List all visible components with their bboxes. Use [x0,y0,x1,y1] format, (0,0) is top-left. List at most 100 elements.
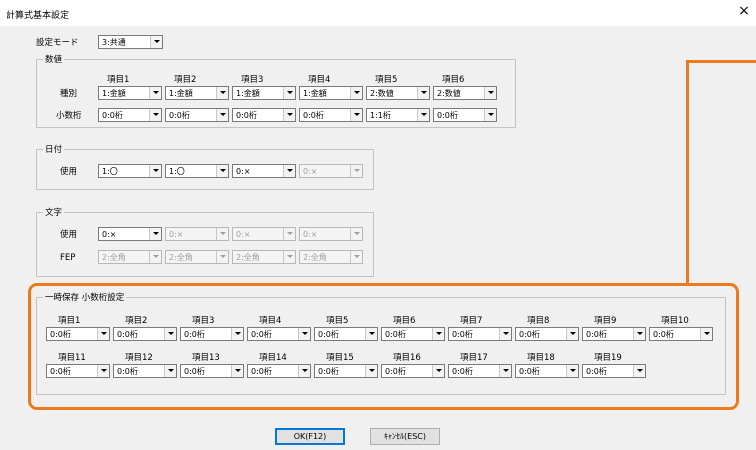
temp-decimal-select-4-value: 0:0桁 [251,330,272,339]
chevron-down-icon[interactable] [484,87,496,99]
numeric-type-select-3[interactable]: 1:金額 [232,86,296,100]
close-icon[interactable]: × [736,4,752,20]
temp-decimal-select-8[interactable]: 0:0桁 [515,327,579,341]
temp-decimal-select-2-value: 0:0桁 [117,330,138,339]
date-use-label: 使用 [60,167,78,177]
chevron-down-icon[interactable] [216,87,228,99]
chevron-down-icon[interactable] [365,365,377,377]
text-fep-select-1-value: 2:全角 [102,253,126,262]
chevron-down-icon[interactable] [633,328,645,340]
text-fep-select-3: 2:全角 [232,250,296,264]
chevron-down-icon[interactable] [150,36,162,48]
temp-header-10: 項目10 [661,316,689,326]
numeric-decimal-select-1[interactable]: 0:0桁 [98,108,162,122]
ok-button[interactable]: OK(F12) [275,428,345,445]
temp-decimal-select-13[interactable]: 0:0桁 [180,364,244,378]
temp-decimal-select-3[interactable]: 0:0桁 [180,327,244,341]
numeric-type-select-6[interactable]: 2:数値 [433,86,497,100]
temp-decimal-select-18[interactable]: 0:0桁 [515,364,579,378]
date-use-select-3[interactable]: 0:× [232,164,296,178]
chevron-down-icon[interactable] [350,109,362,121]
temp-header-7: 項目7 [460,316,483,326]
numeric-decimal-select-5[interactable]: 1:1桁 [366,108,430,122]
temp-decimal-select-5-value: 0:0桁 [318,330,339,339]
chevron-down-icon[interactable] [231,365,243,377]
chevron-down-icon[interactable] [484,109,496,121]
temp-decimal-select-10-value: 0:0桁 [653,330,674,339]
numeric-decimal-select-2[interactable]: 0:0桁 [165,108,229,122]
text-use-select-2: 0:× [165,227,229,241]
chevron-down-icon[interactable] [149,109,161,121]
chevron-down-icon[interactable] [283,109,295,121]
chevron-down-icon[interactable] [216,165,228,177]
chevron-down-icon[interactable] [216,109,228,121]
date-use-select-1[interactable]: 1:〇 [98,164,162,178]
numeric-type-select-2[interactable]: 1:金額 [165,86,229,100]
chevron-down-icon[interactable] [164,328,176,340]
chevron-down-icon[interactable] [417,109,429,121]
text-use-select-3-value: 0:× [236,230,251,239]
numeric-type-select-5[interactable]: 2:数値 [366,86,430,100]
mode-value: 3:共通 [102,38,126,47]
text-use-select-1[interactable]: 0:× [98,227,162,241]
date-use-select-2[interactable]: 1:〇 [165,164,229,178]
cancel-button[interactable]: ｷｬﾝｾﾙ(ESC) [370,428,440,445]
chevron-down-icon[interactable] [499,365,511,377]
chevron-down-icon[interactable] [164,365,176,377]
temp-decimal-select-2[interactable]: 0:0桁 [113,327,177,341]
numeric-decimal-select-6[interactable]: 0:0桁 [433,108,497,122]
temp-decimal-select-10[interactable]: 0:0桁 [649,327,713,341]
chevron-down-icon[interactable] [700,328,712,340]
chevron-down-icon[interactable] [417,87,429,99]
numeric-type-select-1[interactable]: 1:金額 [98,86,162,100]
temp-decimal-select-7[interactable]: 0:0桁 [448,327,512,341]
mode-select[interactable]: 3:共通 [98,35,163,49]
chevron-down-icon[interactable] [231,328,243,340]
chevron-down-icon[interactable] [149,165,161,177]
temp-decimal-select-17[interactable]: 0:0桁 [448,364,512,378]
text-fep-select-2: 2:全角 [165,250,229,264]
temp-decimal-select-7-value: 0:0桁 [452,330,473,339]
chevron-down-icon[interactable] [97,365,109,377]
chevron-down-icon[interactable] [365,328,377,340]
temp-decimal-select-16[interactable]: 0:0桁 [381,364,445,378]
chevron-down-icon[interactable] [149,228,161,240]
temp-decimal-select-5[interactable]: 0:0桁 [314,327,378,341]
chevron-down-icon[interactable] [149,87,161,99]
numeric-decimal-select-4[interactable]: 0:0桁 [299,108,363,122]
chevron-down-icon[interactable] [566,365,578,377]
temp-decimal-select-12[interactable]: 0:0桁 [113,364,177,378]
temp-decimal-select-8-value: 0:0桁 [519,330,540,339]
chevron-down-icon[interactable] [499,328,511,340]
temp-decimal-select-6-value: 0:0桁 [385,330,406,339]
chevron-down-icon[interactable] [432,365,444,377]
chevron-down-icon[interactable] [432,328,444,340]
numeric-decimal-select-3[interactable]: 0:0桁 [232,108,296,122]
chevron-down-icon[interactable] [566,328,578,340]
chevron-down-icon[interactable] [283,87,295,99]
numeric-decimal-select-5-value: 1:1桁 [370,111,391,120]
temp-decimal-select-15[interactable]: 0:0桁 [314,364,378,378]
temp-decimal-select-1[interactable]: 0:0桁 [46,327,110,341]
temp-decimal-select-6[interactable]: 0:0桁 [381,327,445,341]
chevron-down-icon[interactable] [298,365,310,377]
numeric-group-title: 数値 [43,53,65,65]
chevron-down-icon[interactable] [633,365,645,377]
chevron-down-icon[interactable] [298,328,310,340]
temp-decimal-select-4[interactable]: 0:0桁 [247,327,311,341]
temp-decimal-select-11[interactable]: 0:0桁 [46,364,110,378]
temp-decimal-select-14[interactable]: 0:0桁 [247,364,311,378]
temp-header-18: 項目18 [527,353,555,363]
temp-decimal-select-1-value: 0:0桁 [50,330,71,339]
chevron-down-icon[interactable] [350,87,362,99]
numeric-type-select-4[interactable]: 1:金額 [299,86,363,100]
temp-decimal-select-9[interactable]: 0:0桁 [582,327,646,341]
temp-header-17: 項目17 [460,353,488,363]
window-title: 計算式基本設定 [6,11,70,21]
numeric-header-5: 項目5 [375,75,398,85]
chevron-down-icon[interactable] [97,328,109,340]
highlight-box [28,283,739,410]
date-use-select-4: 0:× [299,164,363,178]
chevron-down-icon[interactable] [283,165,295,177]
temp-decimal-select-19[interactable]: 0:0桁 [582,364,646,378]
